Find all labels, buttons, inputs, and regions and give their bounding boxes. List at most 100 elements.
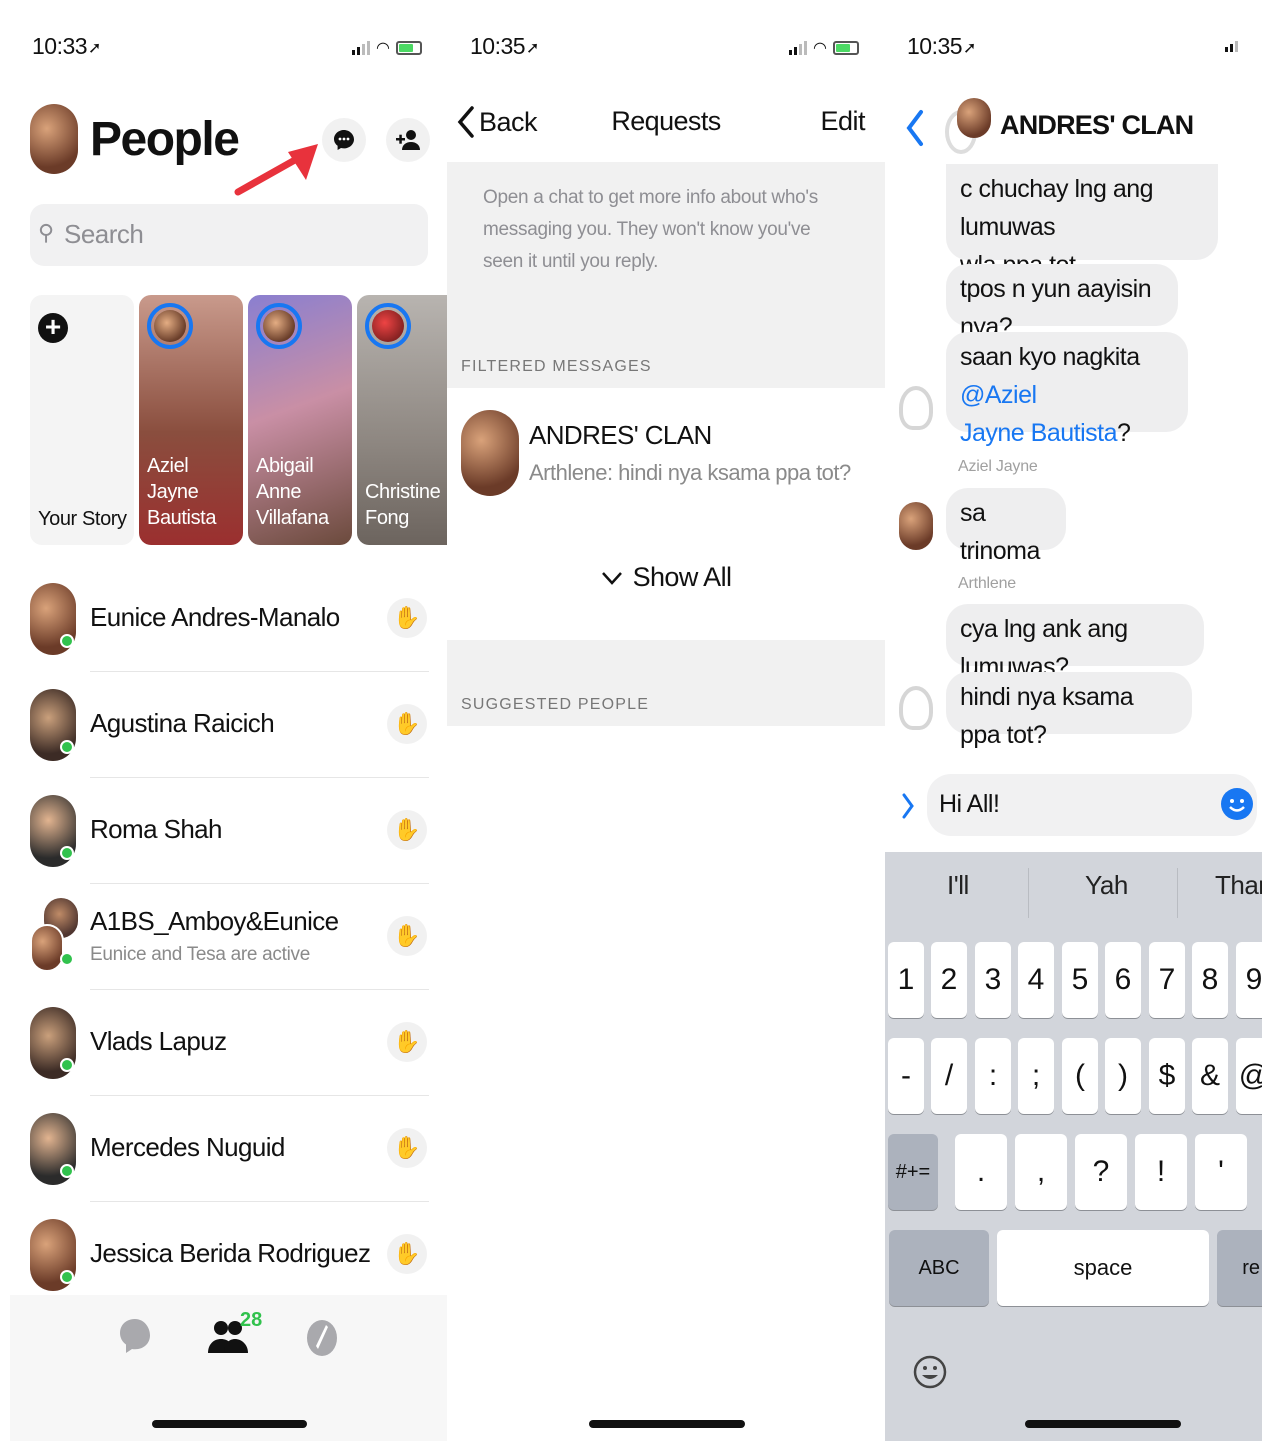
mention-link[interactable]: @Aziel: [960, 381, 1037, 409]
page-title: People: [90, 113, 240, 166]
person-name: A1BS_Amboy&Eunice: [90, 906, 339, 936]
wave-button[interactable]: ✋: [387, 810, 427, 850]
add-person-icon: [396, 130, 420, 150]
divider: [1028, 868, 1029, 918]
signal-icon: [789, 41, 807, 55]
message-bubble[interactable]: sa trinoma: [946, 488, 1066, 565]
list-item[interactable]: A1BS_Amboy&Eunice Eunice and Tesa are ac…: [10, 884, 437, 990]
key-3[interactable]: 3: [975, 942, 1011, 1018]
key-period[interactable]: .: [955, 1134, 1007, 1210]
list-item[interactable]: Agustina Raicich ✋: [10, 672, 437, 778]
avatar: [30, 924, 64, 972]
status-icons: [1225, 38, 1238, 57]
key-apostrophe[interactable]: ': [1195, 1134, 1247, 1210]
tab-discover[interactable]: [306, 1319, 338, 1357]
key-dollar[interactable]: $: [1149, 1038, 1185, 1114]
wave-button[interactable]: ✋: [387, 1234, 427, 1274]
list-item[interactable]: Jessica Berida Rodriguez ✋: [10, 1202, 437, 1295]
key-ampersand[interactable]: &: [1192, 1038, 1228, 1114]
key-slash[interactable]: /: [931, 1038, 967, 1114]
battery-icon: [832, 41, 859, 55]
search-input[interactable]: ⚲ Search: [30, 204, 428, 266]
person-name: Jessica Berida Rodriguez: [90, 1238, 371, 1268]
online-indicator: [60, 846, 74, 860]
key-4[interactable]: 4: [1018, 942, 1054, 1018]
key-6[interactable]: 6: [1105, 942, 1141, 1018]
list-item[interactable]: ANDRES' CLAN Arthlene: hindi nya ksama p…: [447, 388, 885, 508]
wave-button[interactable]: ✋: [387, 598, 427, 638]
online-indicator: [60, 952, 74, 966]
list-item[interactable]: Roma Shah ✋: [10, 778, 437, 884]
wave-hand-icon: ✋: [393, 711, 421, 736]
key-return[interactable]: re: [1217, 1230, 1262, 1306]
wave-button[interactable]: ✋: [387, 1022, 427, 1062]
key-9[interactable]: 9: [1236, 942, 1262, 1018]
new-message-button[interactable]: [322, 118, 366, 162]
wave-button[interactable]: ✋: [387, 704, 427, 744]
wave-button[interactable]: ✋: [387, 916, 427, 956]
story-aziel-jayne-bautista[interactable]: Aziel Jayne Bautista: [139, 295, 243, 545]
list-item[interactable]: Vlads Lapuz ✋: [10, 990, 437, 1096]
tab-chats[interactable]: [118, 1317, 152, 1357]
emoji-keyboard-icon[interactable]: [913, 1352, 947, 1392]
key-dash[interactable]: -: [888, 1038, 924, 1114]
message-bubble[interactable]: hindi nya ksama ppa tot?: [946, 672, 1192, 749]
key-2[interactable]: 2: [931, 942, 967, 1018]
section-header-suggested: SUGGESTED PEOPLE: [447, 640, 885, 726]
key-open-paren[interactable]: (: [1062, 1038, 1098, 1114]
show-all-button[interactable]: Show All: [447, 562, 885, 593]
message-bubble[interactable]: tpos n yun aayisin nya?: [946, 264, 1178, 341]
message-input-value: Hi All!: [939, 790, 1000, 818]
search-icon: ⚲: [38, 220, 55, 245]
home-indicator: [1025, 1420, 1181, 1428]
suggestion-3[interactable]: Thar: [1215, 870, 1262, 901]
wave-hand-icon: ✋: [393, 923, 421, 948]
emoji-button[interactable]: [1221, 788, 1253, 820]
message-bubble[interactable]: c chuchay lng ang lumuwaswla ppa tot: [946, 164, 1218, 279]
key-space[interactable]: space: [997, 1230, 1209, 1306]
message-input[interactable]: Hi All!: [927, 774, 1257, 836]
key-colon[interactable]: :: [975, 1038, 1011, 1114]
suggestion-1[interactable]: I'll: [947, 870, 969, 901]
people-badge: 28: [240, 1309, 263, 1331]
key-8[interactable]: 8: [1192, 942, 1228, 1018]
mention-link[interactable]: Jayne Bautista: [960, 419, 1118, 447]
key-7[interactable]: 7: [1149, 942, 1185, 1018]
back-button[interactable]: [905, 108, 925, 148]
message-bubble[interactable]: cya lng ank ang lumuwas?: [946, 604, 1204, 681]
key-5[interactable]: 5: [1062, 942, 1098, 1018]
story-christine-fong[interactable]: Christine Fong: [357, 295, 447, 545]
story-abigail-anne-villafana[interactable]: Abigail Anne Villafana: [248, 295, 352, 545]
home-indicator: [152, 1420, 307, 1428]
profile-avatar[interactable]: [30, 104, 78, 174]
key-exclamation[interactable]: !: [1135, 1134, 1187, 1210]
key-comma[interactable]: ,: [1015, 1134, 1067, 1210]
key-abc[interactable]: ABC: [889, 1230, 989, 1306]
wave-button[interactable]: ✋: [387, 1128, 427, 1168]
list-item[interactable]: Mercedes Nuguid ✋: [10, 1096, 437, 1202]
thread-preview: Arthlene: hindi nya ksama ppa tot?: [529, 460, 851, 485]
people-screen: 10:33 ➚ ◠ People ⚲ Search + Your Story A…: [10, 0, 447, 1441]
page-title: Requests: [611, 106, 721, 136]
status-icons: ◠: [789, 38, 859, 58]
edit-button[interactable]: Edit: [820, 106, 865, 137]
key-semicolon[interactable]: ;: [1018, 1038, 1054, 1114]
wave-hand-icon: ✋: [393, 605, 421, 630]
key-1[interactable]: 1: [888, 942, 924, 1018]
status-time: 10:35: [907, 33, 963, 59]
suggestion-2[interactable]: Yah: [1085, 870, 1128, 901]
location-icon: ➚: [963, 40, 977, 57]
avatar-placeholder: [899, 686, 933, 730]
key-symbols[interactable]: #+=: [888, 1134, 938, 1210]
key-question[interactable]: ?: [1075, 1134, 1127, 1210]
chevron-right-icon[interactable]: [901, 792, 915, 820]
add-contact-button[interactable]: [386, 118, 430, 162]
list-item[interactable]: Eunice Andres-Manalo ✋: [10, 566, 437, 672]
chat-bubble-icon: [334, 130, 354, 150]
story-your-story[interactable]: + Your Story: [30, 295, 134, 545]
message-bubble[interactable]: saan kyo nagkita @Aziel Jayne Bautista?: [946, 332, 1188, 447]
key-at[interactable]: @: [1236, 1038, 1262, 1114]
chat-title[interactable]: ANDRES' CLAN: [1000, 110, 1194, 141]
key-close-paren[interactable]: ): [1105, 1038, 1141, 1114]
story-avatar-ring: [256, 303, 302, 349]
